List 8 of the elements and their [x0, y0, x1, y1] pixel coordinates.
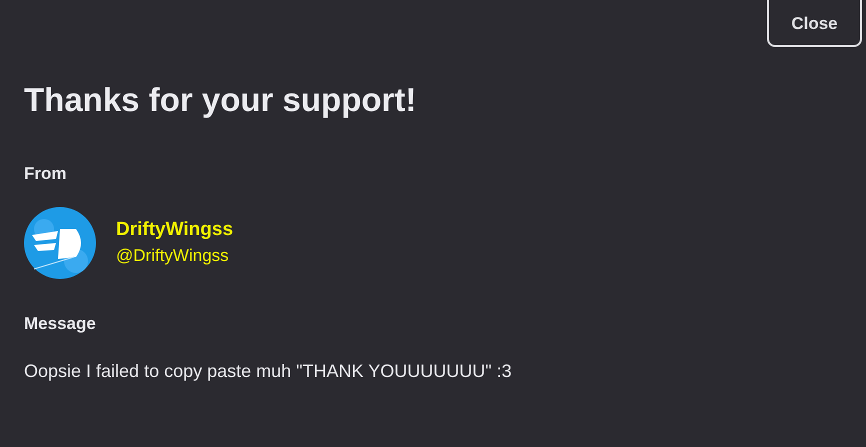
user-handle: @DriftyWingss — [116, 245, 230, 267]
dialog-title: Thanks for your support! — [24, 80, 418, 120]
close-button[interactable]: Close — [767, 0, 862, 47]
message-text: Oopsie I failed to copy paste muh "THANK YOUUUUUUU" :3 — [24, 360, 513, 383]
section-label: Message — [24, 313, 97, 335]
avatar — [24, 207, 96, 279]
section-label: From — [24, 163, 68, 185]
display-name: DriftyWingss — [116, 218, 234, 242]
